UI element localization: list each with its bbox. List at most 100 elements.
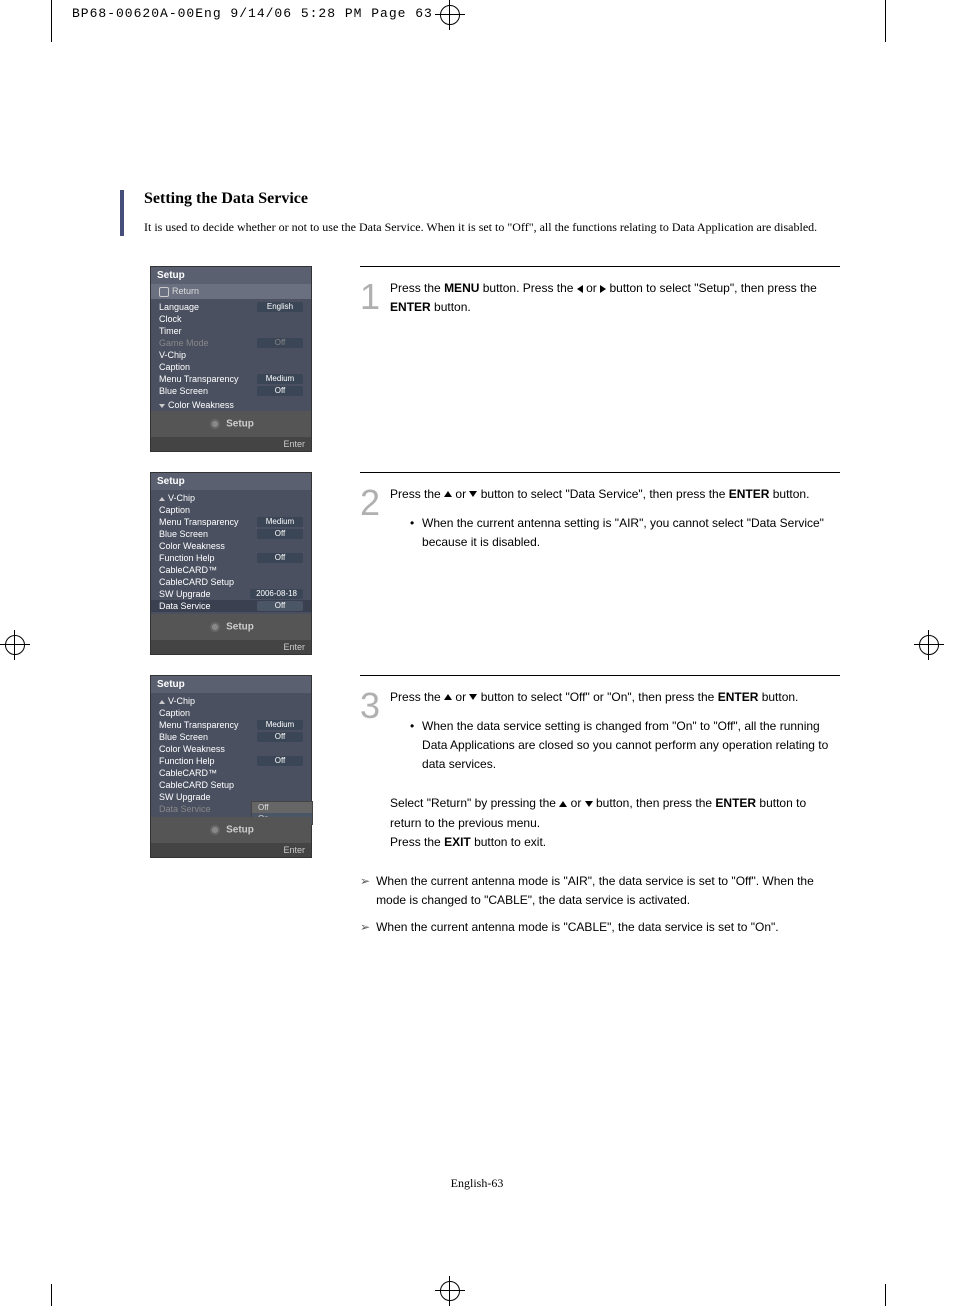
menu-value: Off [257, 756, 303, 766]
step: 2 Press the or button to select "Data Se… [360, 485, 840, 553]
crop-mark [885, 1284, 886, 1306]
down-arrow-icon [585, 801, 593, 807]
menu-item: Clock [151, 313, 311, 325]
menu-item: CableCARD Setup [151, 779, 311, 791]
crop-mark [51, 1284, 52, 1306]
menu-item: Game ModeOff [151, 337, 311, 349]
gear-icon [208, 620, 222, 634]
step-extra: Select "Return" by pressing the or butto… [390, 794, 840, 852]
menu-footer: Setup [151, 614, 311, 640]
gear-icon [208, 417, 222, 431]
menu-return: Return [151, 284, 311, 299]
submenu-item: Off [252, 802, 312, 813]
step: 1 Press the MENU button. Press the or bu… [360, 279, 840, 317]
menu-enter-hint: Enter [151, 843, 311, 857]
menu-item: Blue ScreenOff [151, 731, 311, 743]
notes-block: ➢When the current antenna mode is "AIR",… [360, 872, 840, 938]
menu-item: Function HelpOff [151, 552, 311, 564]
content: Setting the Data Service It is used to d… [120, 190, 840, 966]
menu-item: Blue ScreenOff [151, 528, 311, 540]
chevron-up-icon [159, 700, 165, 704]
note-item: ➢When the current antenna mode is "AIR",… [360, 872, 840, 910]
note-arrow-icon: ➢ [360, 872, 370, 910]
up-arrow-icon [444, 694, 452, 700]
step-number: 2 [360, 485, 380, 521]
title-block: Setting the Data Service It is used to d… [120, 190, 840, 236]
menu-value: Off [257, 338, 303, 348]
menu-item: Caption [151, 707, 311, 719]
menu-item: LanguageEnglish [151, 301, 311, 313]
osd-menu: Setup V-ChipCaptionMenu TransparencyMedi… [150, 675, 312, 858]
gear-icon [208, 823, 222, 837]
step-number: 3 [360, 688, 380, 724]
registration-mark-icon [914, 630, 944, 660]
page-number: English-63 [0, 1176, 954, 1191]
menu-item: Menu TransparencyMedium [151, 516, 311, 528]
step-row: Setup V-ChipCaptionMenu TransparencyMedi… [120, 675, 840, 946]
return-icon [159, 287, 169, 297]
menu-value: Off [257, 553, 303, 563]
menu-title: Setup [151, 473, 311, 490]
crop-mark [885, 0, 886, 42]
bullet: When the current antenna setting is "AIR… [390, 514, 840, 552]
menu-item: Blue ScreenOff [151, 385, 311, 397]
menu-value: Off [257, 732, 303, 742]
menu-screenshot: Setup Return LanguageEnglishClockTimerGa… [150, 266, 350, 452]
menu-value: 2006-08-18 [250, 589, 303, 599]
osd-menu: Setup Return LanguageEnglishClockTimerGa… [150, 266, 312, 452]
menu-enter-hint: Enter [151, 437, 311, 451]
menu-value: Off [257, 601, 303, 611]
section-title: Setting the Data Service [144, 190, 840, 208]
section-subtitle: It is used to decide whether or not to u… [144, 218, 840, 236]
step-number: 1 [360, 279, 380, 315]
step: 3 Press the or button to select "Off" or… [360, 688, 840, 852]
header-meta: BP68-00620A-00Eng 9/14/06 5:28 PM Page 6… [72, 6, 433, 21]
menu-item: CableCARD Setup [151, 576, 311, 588]
menu-item: Function HelpOff [151, 755, 311, 767]
menu-item: SW Upgrade2006-08-18 [151, 588, 311, 600]
menu-item: Caption [151, 504, 311, 516]
menu-item: V-Chip [151, 492, 311, 504]
crop-mark [51, 0, 52, 42]
step-row: Setup Return LanguageEnglishClockTimerGa… [120, 266, 840, 452]
menu-value: Medium [257, 517, 303, 527]
menu-footer: Setup [151, 411, 311, 437]
registration-mark-icon [435, 0, 465, 30]
menu-body: LanguageEnglishClockTimerGame ModeOffV-C… [151, 299, 311, 399]
menu-item: CableCARD™ [151, 564, 311, 576]
registration-mark-icon [435, 1276, 465, 1306]
menu-item: CableCARD™ [151, 767, 311, 779]
menu-item: V-Chip [151, 349, 311, 361]
menu-screenshot: Setup V-ChipCaptionMenu TransparencyMedi… [150, 675, 350, 946]
menu-more: Color Weakness [151, 399, 311, 411]
bullet: When the data service setting is changed… [390, 717, 840, 775]
step-instruction: Press the or button to select "Off" or "… [390, 688, 840, 852]
menu-footer: Setup [151, 817, 311, 843]
menu-body: V-ChipCaptionMenu TransparencyMediumBlue… [151, 693, 311, 817]
menu-item: Menu TransparencyMedium [151, 373, 311, 385]
menu-item: Color Weakness [151, 540, 311, 552]
menu-value: Off [257, 386, 303, 396]
menu-screenshot: Setup V-ChipCaptionMenu TransparencyMedi… [150, 472, 350, 655]
page: BP68-00620A-00Eng 9/14/06 5:28 PM Page 6… [0, 0, 954, 1306]
menu-item: V-Chip [151, 695, 311, 707]
note-item: ➢When the current antenna mode is "CABLE… [360, 918, 840, 937]
menu-item: Data ServiceOff [151, 600, 311, 612]
menu-enter-hint: Enter [151, 640, 311, 654]
menu-item: Menu TransparencyMedium [151, 719, 311, 731]
menu-value: Medium [257, 720, 303, 730]
step-text-col: 1 Press the MENU button. Press the or bu… [360, 266, 840, 452]
registration-mark-icon [0, 630, 30, 660]
step-text-col: 2 Press the or button to select "Data Se… [360, 472, 840, 655]
menu-title: Setup [151, 267, 311, 284]
note-arrow-icon: ➢ [360, 918, 370, 937]
chevron-down-icon [159, 404, 165, 408]
menu-item: Color Weakness [151, 743, 311, 755]
menu-title: Setup [151, 676, 311, 693]
menu-value: Off [257, 529, 303, 539]
step-instruction: Press the or button to select "Data Serv… [390, 485, 840, 553]
osd-menu: Setup V-ChipCaptionMenu TransparencyMedi… [150, 472, 312, 655]
menu-body: V-ChipCaptionMenu TransparencyMediumBlue… [151, 490, 311, 614]
step-text-col: 3 Press the or button to select "Off" or… [360, 675, 840, 946]
step-row: Setup V-ChipCaptionMenu TransparencyMedi… [120, 472, 840, 655]
